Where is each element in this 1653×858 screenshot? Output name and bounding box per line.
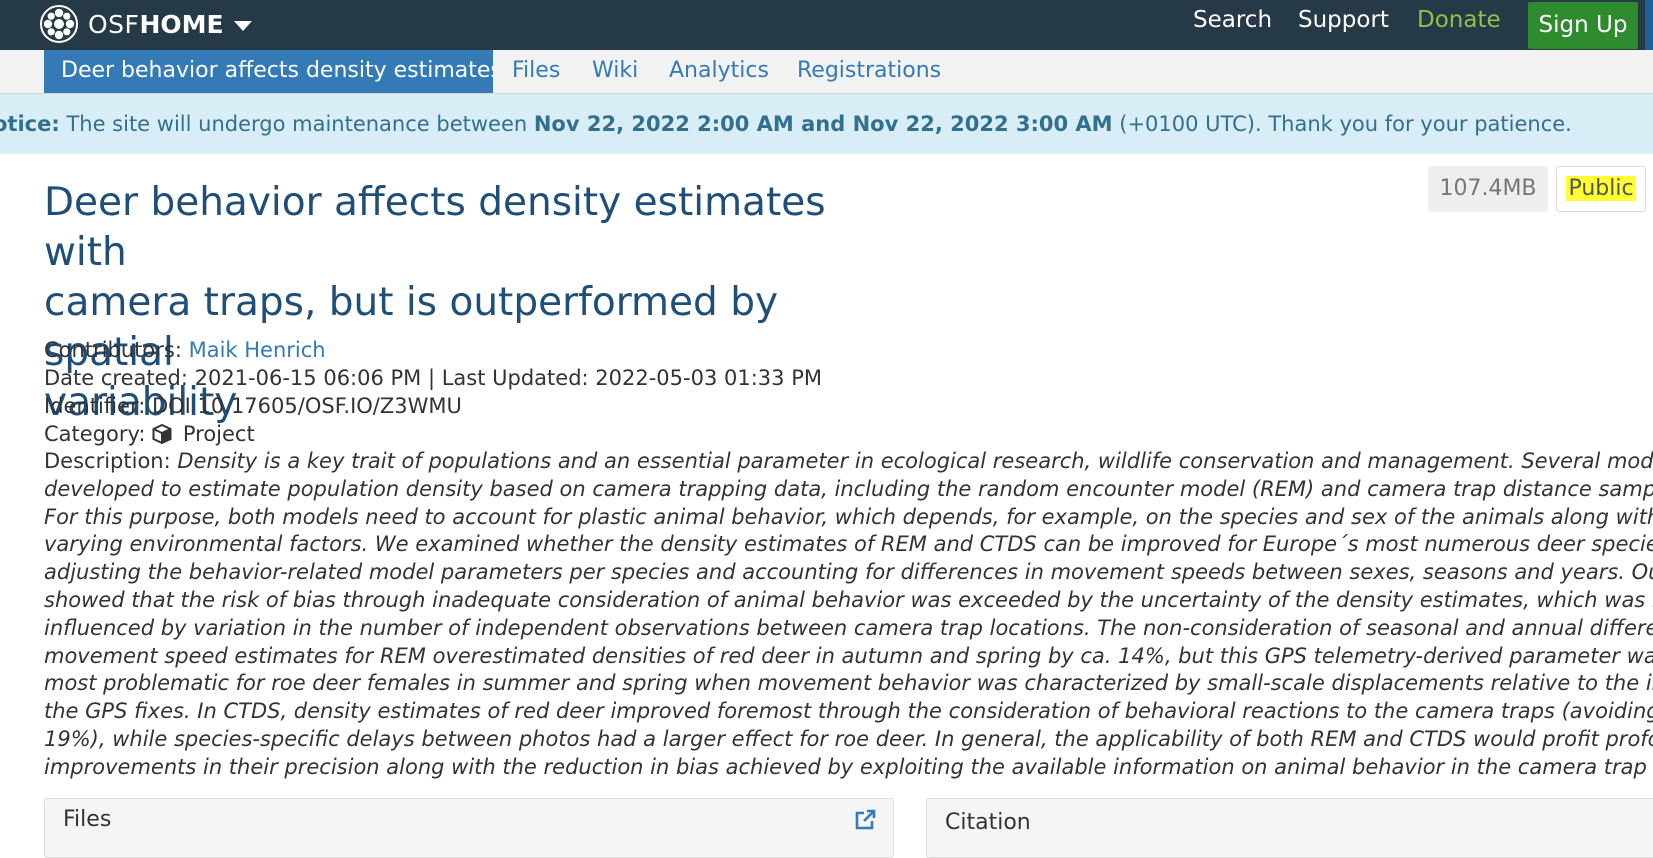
tab-analytics[interactable]: Analytics <box>669 50 769 92</box>
description-line: adjusting the behavior-related model par… <box>44 560 1653 585</box>
notice-text-after: (+0100 UTC). Thank you for your patience… <box>1112 112 1572 136</box>
description-line: varying environmental factors. We examin… <box>44 532 1653 557</box>
brand-home-text: HOME <box>139 9 224 39</box>
description-line: showed that the risk of bias through ina… <box>44 587 1653 612</box>
dates-row: Date created: 2021-06-15 06:06 PM | Last… <box>44 366 822 390</box>
contributors-row: Contributors: Maik Henrich <box>44 336 326 364</box>
description-line: movement speed estimates for REM overest… <box>44 643 1653 668</box>
nav-donate-link[interactable]: Donate <box>1417 4 1501 36</box>
description-line: influenced by variation in the number of… <box>44 615 1653 640</box>
maintenance-notice: otice: The site will undergo maintenance… <box>0 94 1653 154</box>
nav-support-link[interactable]: Support <box>1298 4 1389 36</box>
description-line: developed to estimate population density… <box>44 476 1653 501</box>
category-value: Project <box>182 422 255 446</box>
identifier-row: Identifier: DOI 10.17605/OSF.IO/Z3WMU <box>44 394 462 418</box>
category-row: Category: Project <box>44 420 255 448</box>
contributors-label: Contributors: <box>44 338 182 362</box>
notice-time-range: Nov 22, 2022 2:00 AM and Nov 22, 2022 3:… <box>533 112 1113 136</box>
description-line: the GPS fixes. In CTDS, density estimate… <box>44 699 1653 724</box>
citation-panel: Citation <box>926 798 1653 858</box>
brand-osf-text: OSF <box>88 9 140 39</box>
title-line: Deer behavior affects density estimates … <box>44 180 826 275</box>
citation-panel-title: Citation <box>945 810 1031 835</box>
description-line: Density is a key trait of populations an… <box>177 449 1653 473</box>
description-line: 19%), while species-specific delays betw… <box>44 726 1653 751</box>
osf-logo-icon <box>40 5 78 43</box>
visibility-badge-text: Public <box>1566 176 1636 201</box>
notice-text-before: The site will undergo maintenance betwee… <box>59 112 534 136</box>
nav-search-link[interactable]: Search <box>1193 4 1272 36</box>
description-label: Description: <box>44 449 171 473</box>
top-navbar: OSF HOME Search Support Donate Sign Up <box>0 0 1653 50</box>
description-line: most problematic for roe deer females in… <box>44 671 1653 696</box>
storage-size-badge: 107.4MB <box>1428 166 1548 212</box>
tab-registrations[interactable]: Registrations <box>797 50 941 92</box>
tab-wiki[interactable]: Wiki <box>592 50 638 92</box>
osf-home-brand[interactable]: OSF HOME <box>40 4 252 44</box>
description-line: improvements in their precision along wi… <box>44 754 1653 779</box>
visibility-badge: Public <box>1556 166 1646 212</box>
contributor-link[interactable]: Maik Henrich <box>189 338 326 362</box>
chevron-down-icon[interactable] <box>233 20 252 31</box>
project-description: Description: Density is a key trait of p… <box>44 448 1653 782</box>
project-nav: Deer behavior affects density estimates.… <box>0 50 1653 94</box>
description-line: For this purpose, both models need to ac… <box>44 504 1653 529</box>
notice-label: otice: <box>0 112 60 136</box>
sign-up-button[interactable]: Sign Up <box>1528 2 1638 49</box>
navbar-edge-strip <box>1645 0 1653 50</box>
files-panel: Files <box>44 798 894 858</box>
tab-files[interactable]: Files <box>512 50 560 92</box>
category-label: Category: <box>44 422 146 446</box>
external-link-icon[interactable] <box>853 808 877 832</box>
cube-icon <box>152 424 172 444</box>
files-panel-title: Files <box>63 807 112 832</box>
tab-project-home[interactable]: Deer behavior affects density estimates.… <box>44 50 493 93</box>
